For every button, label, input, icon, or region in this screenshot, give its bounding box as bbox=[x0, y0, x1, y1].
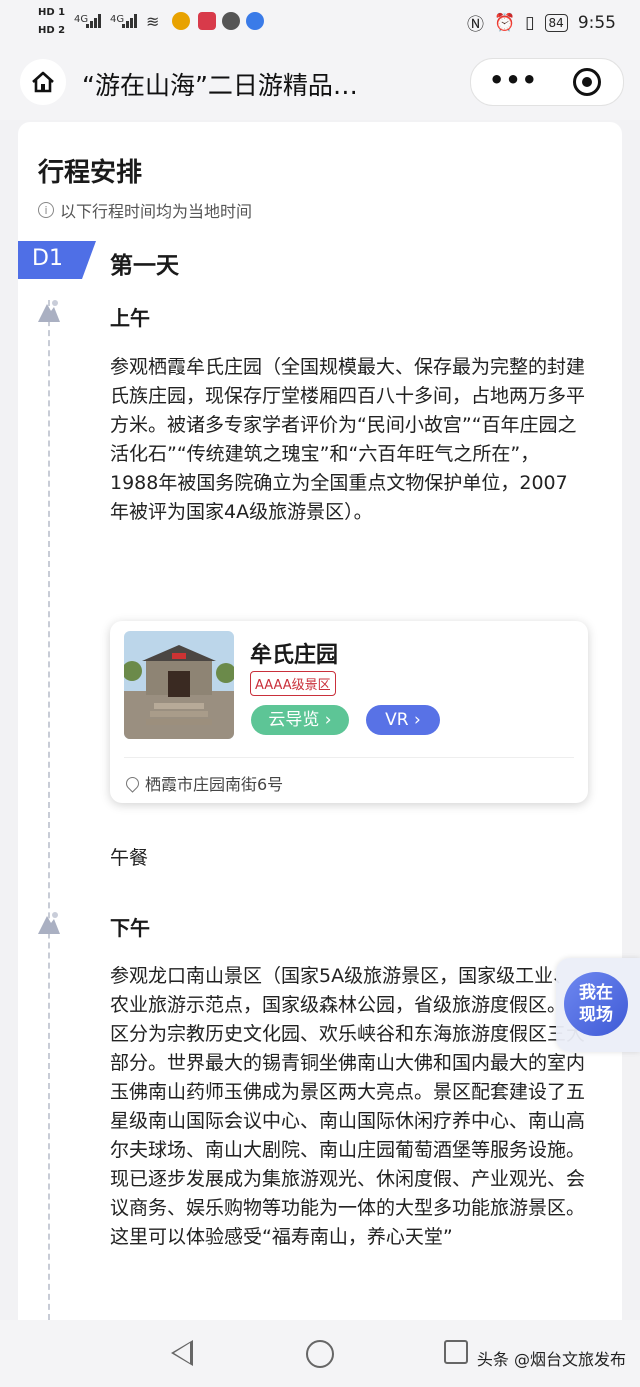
back-icon[interactable] bbox=[171, 1340, 193, 1366]
poi-divider bbox=[124, 757, 574, 758]
poi-card[interactable]: 牟氏庄园 AAAA级景区 云导览 › VR › 栖霞市庄园南街6号 bbox=[110, 621, 588, 803]
system-nav-bar: 头条 @烟台文旅发布 bbox=[0, 1320, 640, 1387]
location-pin-icon bbox=[123, 773, 142, 793]
weibo-icon bbox=[172, 12, 190, 30]
poi-photo[interactable] bbox=[124, 631, 234, 739]
day-title: 第一天 bbox=[110, 253, 179, 279]
alarm-icon: ⏰ bbox=[494, 12, 516, 33]
signal1-icon bbox=[86, 14, 102, 28]
battery-icon: 84 bbox=[544, 13, 568, 32]
lunch-label: 午餐 bbox=[110, 847, 149, 869]
clock: 9:55 bbox=[577, 12, 616, 33]
mini-program-capsule: ••• bbox=[470, 58, 624, 106]
ball-icon bbox=[222, 12, 240, 30]
recents-icon[interactable] bbox=[444, 1340, 468, 1364]
section-note: i 以下行程时间均为当地时间 bbox=[38, 198, 252, 222]
poi-address-text: 栖霞市庄园南街6号 bbox=[145, 775, 284, 794]
section-note-text: 以下行程时间均为当地时间 bbox=[60, 202, 253, 221]
poi-rating-badge: AAAA级景区 bbox=[250, 671, 336, 696]
cloud-guide-button[interactable]: 云导览 › bbox=[251, 705, 349, 735]
hd1-indicator: HD 1 bbox=[38, 7, 66, 18]
music-icon bbox=[246, 12, 264, 30]
close-button[interactable] bbox=[573, 68, 601, 96]
afternoon-description: 参观龙口南山景区（国家5A级旅游景区，国家级工业、农业旅游示范点，国家级森林公园… bbox=[110, 965, 586, 1248]
morning-description: 参观栖霞牟氏庄园（全国规模最大、保存最为完整的封建氏族庄园，现保存厅堂楼厢四百八… bbox=[110, 356, 586, 523]
poi-name: 牟氏庄园 bbox=[250, 643, 339, 668]
home-circle-icon[interactable] bbox=[306, 1340, 334, 1368]
wifi-icon: ≋ bbox=[146, 12, 160, 31]
nfc-icon: Ⓝ bbox=[467, 15, 484, 35]
home-icon bbox=[32, 71, 54, 93]
nav-bar: “游在山海”二日游精品… ••• bbox=[0, 44, 640, 120]
signal2-icon bbox=[122, 14, 138, 28]
floating-panel: 我在 现场 bbox=[556, 958, 640, 1052]
mountain-icon bbox=[38, 912, 60, 934]
poi-address[interactable]: 栖霞市庄园南街6号 bbox=[123, 771, 284, 795]
live-button-line2: 现场 bbox=[579, 1005, 613, 1025]
afternoon-label: 下午 bbox=[110, 916, 150, 940]
info-icon: i bbox=[38, 202, 54, 218]
home-button[interactable] bbox=[20, 59, 66, 105]
section-title: 行程安排 bbox=[38, 158, 143, 188]
live-button[interactable]: 我在 现场 bbox=[564, 972, 628, 1036]
vr-button[interactable]: VR › bbox=[366, 705, 440, 735]
day-badge-label: D1 bbox=[32, 246, 63, 271]
morning-label: 上午 bbox=[110, 306, 150, 330]
live-button-line1: 我在 bbox=[579, 983, 613, 1003]
page-title: “游在山海”二日游精品… bbox=[82, 71, 358, 100]
app-icon bbox=[198, 12, 216, 30]
more-button[interactable]: ••• bbox=[489, 67, 537, 97]
vibrate-icon: ▯ bbox=[525, 12, 535, 33]
status-right: Ⓝ ⏰ ▯ 84 9:55 bbox=[467, 10, 616, 36]
mountain-icon bbox=[38, 300, 60, 322]
day-badge: D1 bbox=[18, 241, 96, 279]
status-bar: HD 1 HD 2 4G 4G ≋ Ⓝ ⏰ ▯ 84 9:55 bbox=[0, 0, 640, 44]
hd2-indicator: HD 2 bbox=[38, 25, 66, 36]
watermark: 头条 @烟台文旅发布 bbox=[476, 1350, 626, 1369]
timeline-line bbox=[48, 300, 50, 1330]
